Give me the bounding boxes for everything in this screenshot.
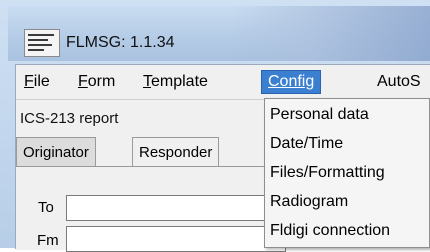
menu-autosend-label: AutoS bbox=[377, 73, 421, 90]
tab-originator[interactable]: Originator bbox=[16, 137, 96, 167]
config-item-date-time[interactable]: Date/Time bbox=[270, 132, 425, 156]
menu-file[interactable]: File bbox=[18, 71, 56, 93]
title-bar[interactable]: FLMSG: 1.1.34 bbox=[8, 6, 430, 61]
menu-template[interactable]: Template bbox=[137, 71, 214, 93]
config-item-files-formatting[interactable]: Files/Formatting bbox=[270, 161, 425, 185]
config-item-radiogram[interactable]: Radiogram bbox=[270, 190, 425, 214]
menu-template-label: emplate bbox=[151, 73, 208, 90]
config-dropdown-menu: Personal data Date/Time Files/Formatting… bbox=[264, 98, 430, 248]
report-title: ICS-213 report bbox=[20, 110, 119, 127]
tab-responder[interactable]: Responder bbox=[132, 137, 220, 167]
to-label: To bbox=[38, 199, 54, 216]
menu-form[interactable]: Form bbox=[72, 71, 121, 93]
window-title: FLMSG: 1.1.34 bbox=[66, 34, 175, 51]
menu-form-label: orm bbox=[87, 73, 116, 90]
config-item-personal-data[interactable]: Personal data bbox=[270, 103, 425, 127]
menu-bar: File Form Template Config AutoS bbox=[16, 65, 430, 100]
menu-template-mnemonic: T bbox=[143, 73, 151, 90]
menu-file-label: ile bbox=[33, 73, 50, 90]
menu-form-mnemonic: F bbox=[78, 73, 88, 90]
tab-originator-label: Originator bbox=[23, 144, 89, 161]
menu-file-mnemonic: F bbox=[24, 73, 34, 90]
config-item-fldigi-connection[interactable]: Fldigi connection bbox=[270, 219, 425, 243]
application-window: FLMSG: 1.1.34 File Form Template Config … bbox=[0, 0, 430, 252]
menu-autosend[interactable]: AutoS bbox=[371, 71, 427, 93]
title-bar-decoration bbox=[230, 6, 430, 61]
menu-config-label: Config bbox=[268, 73, 315, 90]
to-field[interactable] bbox=[66, 195, 286, 221]
fm-field[interactable] bbox=[66, 226, 286, 252]
app-icon[interactable] bbox=[24, 29, 60, 57]
fm-label: Fm bbox=[37, 232, 59, 249]
tab-responder-label: Responder bbox=[139, 144, 213, 161]
menu-config[interactable]: Config bbox=[260, 70, 322, 94]
